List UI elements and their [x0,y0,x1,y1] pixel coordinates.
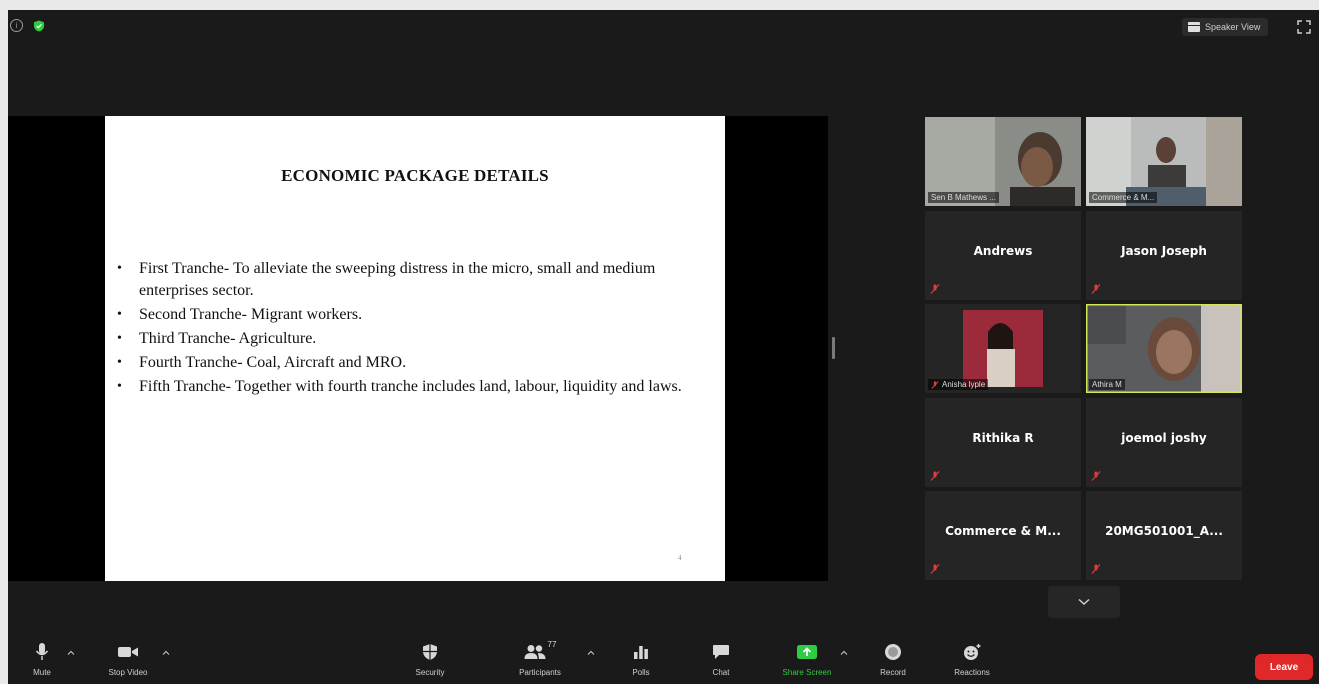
participants-label: Participants [519,668,561,677]
participant-tile[interactable]: Commerce & M... [1086,117,1242,206]
mic-muted-icon [930,471,940,481]
participants-icon [524,645,546,659]
chat-button[interactable]: Chat [683,640,759,677]
slide-page-number: 4 [678,554,682,562]
participant-name: Rithika R [972,431,1034,445]
fullscreen-icon[interactable] [1297,20,1311,34]
zoom-meeting-window: i Speaker View ECONOMIC PACKAGE DETAILS … [8,10,1319,684]
presentation-slide: ECONOMIC PACKAGE DETAILS First Tranche- … [105,116,725,581]
meeting-info-icon[interactable]: i [10,19,23,32]
slide-bullet-list: First Tranche- To alleviate the sweeping… [115,258,715,400]
participants-count: 77 [547,640,557,649]
top-left-indicators: i [10,19,45,32]
participant-tile-active-speaker[interactable]: Athira M [1086,304,1242,393]
participants-button[interactable]: 77 Participants [502,640,578,677]
mic-muted-icon [1091,564,1101,574]
share-options-caret-icon[interactable] [839,648,849,658]
view-grid-icon [1188,22,1200,32]
participant-tile[interactable]: Sen B Mathews ... [925,117,1081,206]
reactions-button[interactable]: Reactions [934,640,1010,677]
participants-options-caret-icon[interactable] [586,648,596,658]
participant-tile[interactable]: Andrews [925,211,1081,300]
speaker-view-label: Speaker View [1205,22,1261,32]
shield-icon [423,644,437,660]
participant-tile[interactable]: 20MG501001_A... [1086,491,1242,580]
participant-tile[interactable]: Anisha lyple [925,304,1081,393]
polls-chart-icon [634,646,648,659]
shared-screen: ECONOMIC PACKAGE DETAILS First Tranche- … [8,116,828,581]
chat-bubble-icon [713,645,729,659]
participant-name: Anisha lyple [942,380,986,389]
stop-video-button[interactable]: Stop Video [90,640,166,677]
participant-tile[interactable]: Jason Joseph [1086,211,1242,300]
security-button[interactable]: Security [392,640,468,677]
participant-name: Commerce & M... [945,524,1061,538]
share-screen-button[interactable]: Share Screen [769,640,845,677]
mute-button[interactable]: Mute [8,640,80,677]
record-button[interactable]: Record [855,640,931,677]
panel-resize-handle[interactable] [832,337,835,359]
leave-button[interactable]: Leave [1255,654,1313,680]
mute-options-caret-icon[interactable] [66,648,76,658]
video-options-caret-icon[interactable] [161,648,171,658]
slide-bullet: Third Tranche- Agriculture. [115,328,715,350]
participant-name: 20MG501001_A... [1105,524,1223,538]
participant-tile[interactable]: Commerce & M... [925,491,1081,580]
share-screen-icon [797,645,817,659]
slide-bullet: Fifth Tranche- Together with fourth tran… [115,376,715,398]
polls-label: Polls [632,668,650,677]
participant-name: joemol joshy [1121,431,1207,445]
participant-name: Athira M [1092,380,1122,389]
participant-name: Jason Joseph [1121,244,1207,258]
participant-name: Andrews [973,244,1033,258]
polls-button[interactable]: Polls [603,640,679,677]
slide-title: ECONOMIC PACKAGE DETAILS [281,166,549,185]
chat-label: Chat [712,668,730,677]
participant-name: Commerce & M... [1092,193,1155,202]
participant-tile[interactable]: joemol joshy [1086,398,1242,487]
meeting-toolbar: Mute Stop Video Security 77 Participants… [8,640,1319,684]
participant-name: Sen B Mathews ... [931,193,996,202]
mic-muted-icon [1091,471,1101,481]
mic-muted-icon [931,380,939,389]
gallery-collapse-button[interactable] [1048,586,1120,618]
speaker-view-button[interactable]: Speaker View [1182,18,1269,36]
encryption-shield-icon[interactable] [33,20,45,32]
participant-name-label: Anisha lyple [928,379,989,390]
stop-video-label: Stop Video [108,668,148,677]
record-label: Record [880,668,906,677]
chevron-down-icon [1078,598,1090,606]
microphone-icon [35,643,49,660]
mute-label: Mute [33,668,51,677]
share-screen-label: Share Screen [782,668,832,677]
participant-name-label: Athira M [1089,379,1125,390]
participant-tile[interactable]: Rithika R [925,398,1081,487]
record-icon [885,644,901,660]
participant-name-label: Commerce & M... [1089,192,1158,203]
participant-name-label: Sen B Mathews ... [928,192,999,203]
mic-muted-icon [930,284,940,294]
mic-muted-icon [930,564,940,574]
slide-bullet: Second Tranche- Migrant workers. [115,304,715,326]
slide-bullet: Fourth Tranche- Coal, Aircraft and MRO. [115,352,715,374]
reactions-label: Reactions [954,668,990,677]
security-label: Security [415,668,445,677]
reactions-smiley-icon [964,644,981,660]
video-camera-icon [118,647,138,657]
slide-bullet: First Tranche- To alleviate the sweeping… [115,258,715,301]
mic-muted-icon [1091,284,1101,294]
